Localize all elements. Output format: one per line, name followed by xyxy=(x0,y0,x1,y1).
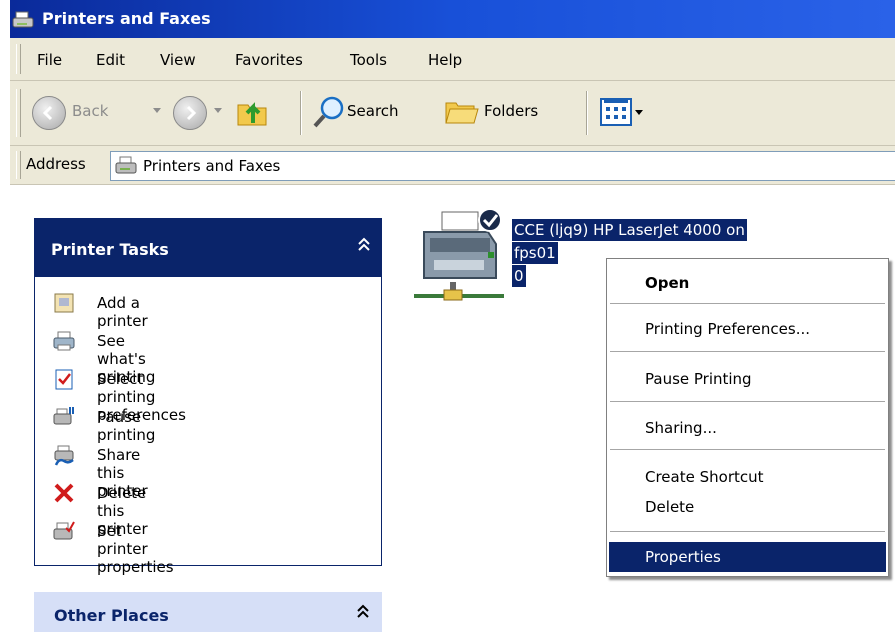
address-field[interactable]: Printers and Faxes xyxy=(110,151,895,181)
search-icon[interactable] xyxy=(312,95,346,133)
share-printer-icon xyxy=(54,445,74,466)
menu-edit[interactable]: Edit xyxy=(96,51,125,69)
menu-create-shortcut[interactable]: Create Shortcut xyxy=(609,462,886,492)
printer-fax-icon xyxy=(115,155,139,181)
context-menu: Open Printing Preferences... Pause Print… xyxy=(606,258,889,577)
menu-bar: File Edit View Favorites Tools Help xyxy=(10,38,895,81)
menu-file[interactable]: File xyxy=(37,51,62,69)
folders-icon[interactable] xyxy=(444,95,480,133)
collapse-chevron-icon[interactable] xyxy=(355,235,373,255)
toolbar-separator xyxy=(300,91,302,135)
menu-separator xyxy=(610,449,885,451)
menu-delete[interactable]: Delete xyxy=(609,492,886,522)
printer-server: fps01 xyxy=(512,242,558,264)
window-title: Printers and Faxes xyxy=(42,9,211,28)
back-arrow-icon xyxy=(42,105,53,121)
back-label[interactable]: Back xyxy=(72,102,108,120)
collapse-chevron-icon[interactable] xyxy=(354,602,372,622)
printer-tasks-panel: Printer Tasks Add a printer See what's p… xyxy=(34,218,382,576)
preferences-checklist-icon xyxy=(55,369,73,390)
menu-printing-preferences[interactable]: Printing Preferences... xyxy=(609,314,886,344)
other-places-header[interactable]: Other Places xyxy=(34,592,382,632)
printer-item-icon[interactable] xyxy=(414,208,510,308)
back-button[interactable] xyxy=(32,96,66,130)
menu-pause-printing[interactable]: Pause Printing xyxy=(609,364,886,394)
views-icon[interactable] xyxy=(600,97,644,131)
forward-arrow-icon xyxy=(186,105,197,121)
menu-sharing[interactable]: Sharing... xyxy=(609,413,886,443)
title-bar: Printers and Faxes xyxy=(10,0,895,38)
menu-open[interactable]: Open xyxy=(609,268,886,298)
address-value: Printers and Faxes xyxy=(143,157,281,175)
back-dropdown-icon[interactable] xyxy=(153,108,161,113)
menu-favorites[interactable]: Favorites xyxy=(235,51,303,69)
address-bar: Address Printers and Faxes xyxy=(10,146,895,185)
menu-separator xyxy=(610,531,885,533)
print-queue-icon xyxy=(53,331,75,351)
network-printer-icon xyxy=(414,208,504,301)
printer-tasks-header[interactable]: Printer Tasks xyxy=(35,219,381,277)
menu-separator xyxy=(610,351,885,353)
printer-properties-icon xyxy=(53,521,75,540)
toolbar: Back Search Folders xyxy=(10,81,895,146)
forward-button[interactable] xyxy=(173,96,207,130)
pause-printer-icon xyxy=(53,407,74,425)
printer-fax-icon xyxy=(12,10,36,34)
address-label: Address xyxy=(26,155,86,173)
menu-separator xyxy=(610,303,885,305)
menu-properties[interactable]: Properties xyxy=(609,542,886,572)
delete-x-icon xyxy=(54,483,74,503)
add-printer-icon xyxy=(54,293,74,313)
folders-button[interactable]: Folders xyxy=(484,102,538,120)
menu-view[interactable]: View xyxy=(160,51,196,69)
printer-name: CCE (ljq9) HP LaserJet 4000 on xyxy=(512,219,747,241)
addressbar-grip[interactable] xyxy=(16,151,21,179)
up-folder-icon[interactable] xyxy=(236,95,270,133)
menu-tools[interactable]: Tools xyxy=(350,51,387,69)
menu-separator xyxy=(610,401,885,403)
other-places-title: Other Places xyxy=(54,606,169,625)
forward-dropdown-icon[interactable] xyxy=(214,108,222,113)
printer-tasks-title: Printer Tasks xyxy=(51,240,169,259)
toolbar-grip[interactable] xyxy=(16,89,21,137)
search-button[interactable]: Search xyxy=(347,102,399,120)
toolbar-separator xyxy=(586,91,588,135)
printer-documents: 0 xyxy=(512,265,526,287)
menu-help[interactable]: Help xyxy=(428,51,462,69)
menubar-grip[interactable] xyxy=(16,44,21,74)
